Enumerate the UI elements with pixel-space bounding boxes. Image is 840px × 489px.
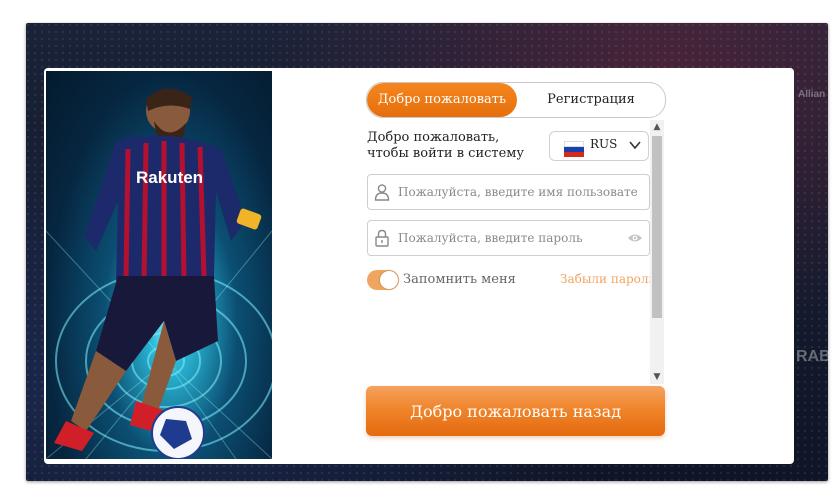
- remember-label: Запомнить меня: [403, 272, 516, 287]
- user-icon: [374, 184, 390, 201]
- login-submit-button[interactable]: Добро пожаловать назад: [366, 386, 665, 436]
- username-input[interactable]: [396, 181, 640, 203]
- eye-icon[interactable]: [627, 231, 643, 245]
- player-illustration: Rakuten: [46, 88, 272, 459]
- welcome-text: Добро пожаловать, чтобы войти в систему: [367, 130, 525, 161]
- russia-flag-icon: [564, 141, 584, 157]
- password-field: [367, 220, 650, 256]
- lock-icon: [375, 229, 389, 247]
- language-code: RUS: [590, 137, 618, 151]
- scroll-thumb[interactable]: [652, 136, 662, 318]
- ad-board-text: RAB: [796, 348, 831, 365]
- password-input[interactable]: [396, 227, 640, 249]
- tab-register[interactable]: Регистрация: [517, 83, 665, 117]
- language-select[interactable]: RUS: [549, 131, 649, 161]
- ad-board-text: Allian: [798, 89, 826, 100]
- auth-tabs: Добро пожаловать назад Регистрация: [366, 82, 666, 118]
- shirt-sponsor-text: Rakuten: [136, 168, 203, 187]
- login-form: Добро пожаловать, чтобы войти в систему …: [366, 120, 665, 384]
- tab-login[interactable]: Добро пожаловать назад: [367, 83, 517, 117]
- login-modal: Rakuten Добро пожаловать назад Регистрац…: [44, 68, 794, 464]
- form-scrollbar[interactable]: ▲ ▼: [650, 120, 664, 384]
- scroll-down-icon[interactable]: ▼: [650, 370, 664, 384]
- toggle-knob: [380, 271, 398, 289]
- hero-image: Rakuten: [46, 71, 272, 459]
- forgot-password-link[interactable]: Забыли пароль: [560, 272, 655, 286]
- remember-toggle[interactable]: [367, 270, 399, 290]
- chevron-down-icon: [629, 141, 641, 150]
- username-field: [367, 174, 650, 210]
- scroll-up-icon[interactable]: ▲: [650, 120, 664, 134]
